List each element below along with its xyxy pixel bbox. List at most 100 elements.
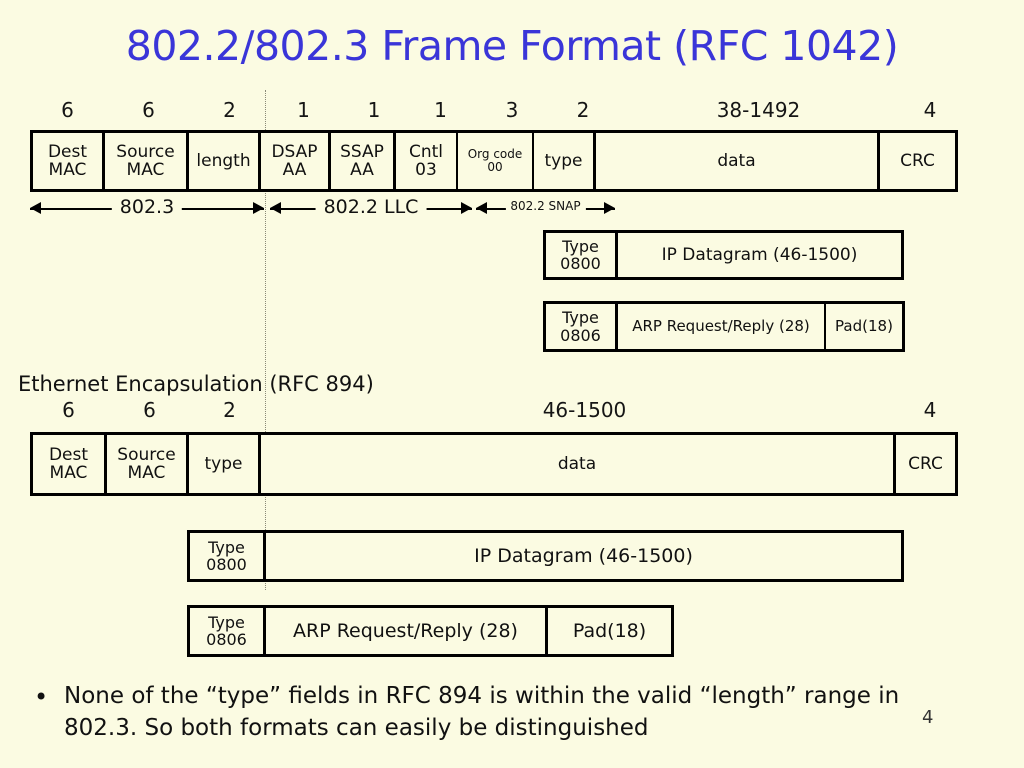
eth-field-crc: CRC: [896, 435, 955, 493]
size-label-eth-4: 4: [923, 398, 937, 422]
eth-field-data: data: [261, 435, 896, 493]
field-ssap-line1: SSAP: [340, 141, 384, 162]
eth-payload-ip: Type 0800 IP Datagram (46-1500): [187, 530, 904, 582]
slide-canvas: 802.2/802.3 Frame Format (RFC 1042) 6 6 …: [0, 0, 1024, 768]
snap-ip-type-cell: Type 0800: [546, 233, 618, 277]
eth-field-dest-mac: Dest MAC: [33, 435, 107, 493]
eth-field-dest-mac-line2: MAC: [49, 463, 88, 483]
field-ssap: SSAP AA: [331, 133, 396, 189]
eth-payload-arp: Type 0806 ARP Request/Reply (28) Pad(18): [187, 605, 674, 657]
size-label-eth-3: 46-1500: [542, 398, 627, 422]
snap-ip-payload-cell: IP Datagram (46-1500): [618, 233, 901, 277]
bullet-item: • None of the “type” fields in RFC 894 i…: [34, 681, 934, 744]
snap-arp-type-cell: Type 0806: [546, 304, 618, 349]
eth-ip-payload-label: IP Datagram (46-1500): [474, 544, 693, 567]
snap-arp-payload-cell: ARP Request/Reply (28): [618, 304, 826, 349]
eth-field-crc-label: CRC: [908, 453, 943, 474]
eth-field-source-mac: Source MAC: [107, 435, 189, 493]
field-dsap: DSAP AA: [261, 133, 331, 189]
size-label-8022-2: 2: [223, 98, 236, 122]
field-crc: CRC: [880, 133, 955, 189]
size-label-8022-0: 6: [61, 98, 74, 122]
field-org-code: Org code 00: [458, 133, 534, 189]
eth-ip-type-line2: 0800: [206, 555, 247, 574]
snap-arp-type-line1: Type: [562, 308, 599, 328]
field-dest-mac-line1: Dest: [47, 141, 88, 162]
size-label-8022-8: 38-1492: [716, 98, 801, 122]
field-dest-mac-line2: MAC: [48, 160, 87, 180]
snap-arp-pad-label: Pad(18): [835, 317, 893, 336]
field-crc-label: CRC: [900, 150, 935, 171]
eth-arp-pad-cell: Pad(18): [548, 608, 671, 654]
snap-arp-payload-label: ARP Request/Reply (28): [632, 317, 810, 336]
eth-ip-payload-cell: IP Datagram (46-1500): [266, 533, 901, 579]
eth-ip-type-line1: Type: [208, 537, 245, 557]
field-source-mac-line2: MAC: [126, 160, 165, 180]
range-8022-snap: 802.2 SNAP: [476, 198, 615, 220]
field-data: data: [596, 133, 880, 189]
eth-field-source-mac-line2: MAC: [127, 463, 166, 483]
size-label-8022-1: 6: [142, 98, 155, 122]
eth-field-type: type: [189, 435, 261, 493]
snap-ip-payload-label: IP Datagram (46-1500): [661, 244, 858, 265]
size-label-8022-6: 3: [505, 98, 519, 122]
snap-arp-type-line2: 0806: [560, 325, 601, 345]
range-8023-label: 802.3: [111, 196, 183, 218]
eth-field-type-label: type: [204, 453, 243, 474]
snap-payload-ip: Type 0800 IP Datagram (46-1500): [543, 230, 904, 280]
arrow-right-icon: [604, 202, 615, 214]
page-title: 802.2/802.3 Frame Format (RFC 1042): [125, 22, 899, 70]
ethernet-encapsulation-caption: Ethernet Encapsulation (RFC 894): [18, 372, 374, 396]
eth-arp-payload-label: ARP Request/Reply (28): [293, 619, 518, 642]
bullet-text: None of the “type” fields in RFC 894 is …: [64, 683, 900, 741]
size-label-8022-9: 4: [923, 98, 937, 122]
eth-field-data-label: data: [557, 453, 597, 474]
field-cntl: Cntl 03: [396, 133, 458, 189]
snap-payload-arp: Type 0806 ARP Request/Reply (28) Pad(18): [543, 301, 905, 352]
size-label-eth-1: 6: [143, 398, 156, 422]
eth-ip-type-cell: Type 0800: [190, 533, 266, 579]
frame-8022-8023: Dest MAC Source MAC length DSAP AA SSAP …: [30, 130, 958, 192]
eth-arp-payload-cell: ARP Request/Reply (28): [266, 608, 548, 654]
snap-ip-type-line2: 0800: [560, 254, 601, 273]
field-dsap-line2: AA: [282, 160, 307, 180]
snap-ip-type-line1: Type: [562, 236, 599, 256]
range-8023: 802.3: [30, 196, 264, 220]
arrow-left-icon: [476, 202, 487, 214]
size-label-eth-0: 6: [62, 398, 75, 422]
field-length-label: length: [196, 150, 251, 171]
range-8022-llc-label: 802.2 LLC: [315, 196, 427, 218]
range-8022-snap-label: 802.2 SNAP: [505, 199, 586, 213]
arrow-left-icon: [30, 202, 41, 214]
arrow-right-icon: [461, 202, 472, 214]
field-cntl-line2: 03: [415, 160, 437, 180]
arrow-left-icon: [270, 202, 281, 214]
arrow-right-icon: [253, 202, 264, 214]
field-source-mac: Source MAC: [105, 133, 189, 189]
size-label-8022-7: 2: [576, 98, 590, 122]
field-data-label: data: [717, 150, 756, 171]
eth-arp-type-line1: Type: [208, 612, 245, 632]
bullet-marker-icon: •: [34, 683, 49, 711]
snap-arp-pad-cell: Pad(18): [826, 304, 902, 349]
eth-arp-type-cell: Type 0806: [190, 608, 266, 654]
field-dest-mac: Dest MAC: [33, 133, 105, 189]
eth-arp-type-line2: 0806: [206, 630, 247, 649]
field-source-mac-line1: Source: [116, 141, 175, 162]
range-8022-llc: 802.2 LLC: [270, 196, 472, 220]
field-ssap-line2: AA: [350, 160, 374, 180]
frame-ethernet-rfc894: Dest MAC Source MAC type data CRC: [30, 432, 958, 496]
field-org-code-line2: 00: [487, 160, 503, 174]
size-label-eth-2: 2: [223, 398, 236, 422]
field-type: type: [534, 133, 596, 189]
field-cntl-line1: Cntl: [408, 141, 444, 162]
field-dsap-line1: DSAP: [271, 141, 318, 162]
page-number: 4: [922, 707, 934, 728]
size-label-8022-5: 1: [434, 98, 447, 122]
size-label-8022-4: 1: [367, 98, 381, 122]
eth-field-source-mac-line1: Source: [117, 444, 176, 465]
size-label-8022-3: 1: [297, 98, 310, 122]
eth-field-dest-mac-line1: Dest: [48, 444, 89, 465]
field-length: length: [189, 133, 261, 189]
field-type-label: type: [544, 150, 583, 171]
